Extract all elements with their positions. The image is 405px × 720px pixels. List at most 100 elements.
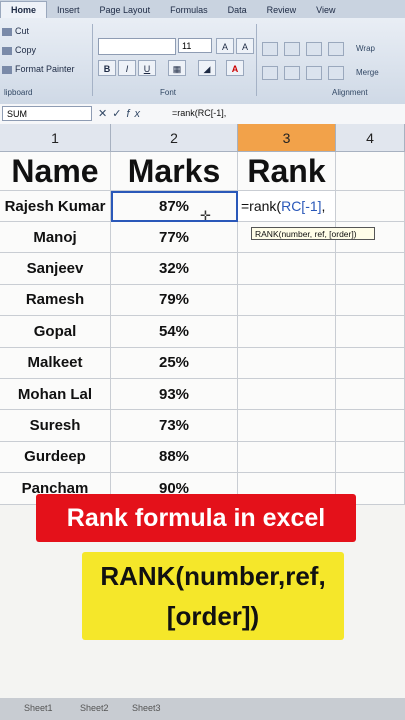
- selected-range-outline: [111, 191, 238, 222]
- syntax-line-2: [order]): [166, 601, 260, 631]
- empty-cell[interactable]: [336, 379, 405, 411]
- align-bottom-icon[interactable]: [306, 42, 322, 56]
- empty-cell[interactable]: [336, 410, 405, 442]
- scissors-icon: [2, 27, 12, 36]
- rank-cell[interactable]: [238, 410, 336, 442]
- sheet-tab-bar: Sheet1 Sheet2 Sheet3: [0, 698, 405, 720]
- editing-cell[interactable]: =rank(RC[-1],: [238, 191, 336, 222]
- wrap-text-button[interactable]: Wrap: [356, 44, 375, 53]
- function-icon[interactable]: fx: [126, 108, 145, 120]
- format-painter-button[interactable]: Format Painter: [2, 60, 88, 79]
- marks-cell[interactable]: 77%: [111, 222, 238, 254]
- header-cell-marks[interactable]: Marks: [111, 152, 238, 191]
- font-name-dropdown[interactable]: [98, 38, 176, 55]
- rank-cell[interactable]: [238, 441, 336, 474]
- column-header-3[interactable]: 3: [238, 124, 336, 152]
- enter-icon[interactable]: ✓: [112, 108, 126, 120]
- header-cell-name[interactable]: Name: [0, 152, 111, 191]
- formula-text: =rank(: [241, 198, 282, 214]
- font-size-dropdown[interactable]: 11: [178, 38, 212, 53]
- rank-cell[interactable]: [238, 253, 336, 285]
- name-cell[interactable]: Mohan Lal: [0, 379, 111, 411]
- name-cell[interactable]: Manoj: [0, 222, 111, 254]
- name-cell[interactable]: Rajesh Kumar: [0, 191, 111, 222]
- rank-cell[interactable]: [238, 379, 336, 411]
- cut-button[interactable]: Cut: [2, 22, 88, 41]
- merge-center-button[interactable]: Merge: [356, 68, 379, 77]
- empty-cell[interactable]: [336, 347, 405, 379]
- name-box[interactable]: SUM: [2, 106, 92, 121]
- tab-insert[interactable]: Insert: [47, 2, 90, 18]
- empty-cell[interactable]: [336, 152, 405, 191]
- name-cell[interactable]: Malkeet: [0, 347, 111, 379]
- cancel-icon[interactable]: ✕: [98, 108, 112, 120]
- align-middle-icon[interactable]: [284, 42, 300, 56]
- clipboard-group-label: lipboard: [4, 88, 33, 97]
- grow-font-button[interactable]: A: [216, 38, 234, 54]
- bold-button[interactable]: B: [98, 60, 116, 76]
- tab-page-layout[interactable]: Page Layout: [90, 2, 161, 18]
- column-header-1[interactable]: 1: [0, 124, 111, 152]
- ribbon-tab-bar: Home Insert Page Layout Formulas Data Re…: [0, 0, 405, 18]
- italic-button[interactable]: I: [118, 60, 136, 76]
- ribbon: Cut Copy Format Painter lipboard 11 A A …: [0, 18, 405, 105]
- alignment-group-label: Alignment: [332, 88, 368, 97]
- borders-icon[interactable]: ▦: [168, 60, 186, 76]
- marks-cell[interactable]: 93%: [111, 379, 238, 411]
- marks-cell[interactable]: 25%: [111, 347, 238, 379]
- sheet-tab-2[interactable]: Sheet2: [80, 703, 109, 713]
- empty-cell[interactable]: [336, 316, 405, 348]
- empty-cell[interactable]: [336, 253, 405, 285]
- font-color-icon[interactable]: A: [226, 60, 244, 76]
- marks-cell[interactable]: 79%: [111, 284, 238, 317]
- name-cell[interactable]: Suresh: [0, 410, 111, 442]
- tab-home[interactable]: Home: [0, 1, 48, 18]
- title-banner: Rank formula in excel: [36, 494, 356, 542]
- name-cell[interactable]: Gurdeep: [0, 441, 111, 474]
- tab-data[interactable]: Data: [218, 2, 257, 18]
- rank-cell[interactable]: [238, 316, 336, 348]
- fill-color-icon[interactable]: ◢: [198, 60, 216, 76]
- cell-cursor-icon: ✛: [200, 208, 211, 223]
- rank-cell[interactable]: [238, 284, 336, 317]
- align-top-icon[interactable]: [262, 42, 278, 56]
- sheet-tab-1[interactable]: Sheet1: [24, 703, 53, 713]
- marks-cell[interactable]: 73%: [111, 410, 238, 442]
- column-header-2[interactable]: 2: [111, 124, 238, 152]
- empty-cell[interactable]: [336, 284, 405, 317]
- marks-cell[interactable]: 88%: [111, 441, 238, 474]
- orientation-icon[interactable]: [328, 42, 344, 56]
- marks-cell[interactable]: 32%: [111, 253, 238, 285]
- empty-cell[interactable]: [336, 191, 405, 222]
- formula-input[interactable]: =rank(RC[-1],: [172, 108, 226, 118]
- syntax-banner: RANK(number,ref, [order]): [82, 552, 344, 640]
- brush-icon: [2, 65, 12, 74]
- underline-button[interactable]: U: [138, 60, 156, 76]
- cut-label: Cut: [15, 26, 30, 36]
- align-left-icon[interactable]: [262, 66, 278, 80]
- clipboard-group: Cut Copy Format Painter: [2, 22, 88, 79]
- tab-view[interactable]: View: [306, 2, 345, 18]
- group-divider: [256, 24, 257, 96]
- group-divider: [92, 24, 93, 96]
- indent-icon[interactable]: [328, 66, 344, 80]
- column-header-4[interactable]: 4: [336, 124, 405, 152]
- align-center-icon[interactable]: [284, 66, 300, 80]
- name-cell[interactable]: Ramesh: [0, 284, 111, 317]
- formula-comma: ,: [321, 198, 326, 214]
- name-cell[interactable]: Gopal: [0, 316, 111, 348]
- sheet-tab-3[interactable]: Sheet3: [132, 703, 161, 713]
- copy-button[interactable]: Copy: [2, 41, 88, 60]
- format-painter-label: Format Painter: [15, 64, 75, 74]
- tab-formulas[interactable]: Formulas: [160, 2, 218, 18]
- formula-bar-icons: ✕✓fx: [98, 107, 145, 120]
- header-cell-rank[interactable]: Rank: [238, 152, 336, 191]
- shrink-font-button[interactable]: A: [236, 38, 254, 54]
- empty-cell[interactable]: [336, 441, 405, 474]
- tab-review[interactable]: Review: [257, 2, 307, 18]
- rank-cell[interactable]: [238, 347, 336, 379]
- name-cell[interactable]: Sanjeev: [0, 253, 111, 285]
- align-right-icon[interactable]: [306, 66, 322, 80]
- marks-cell[interactable]: 54%: [111, 316, 238, 348]
- function-tooltip: RANK(number, ref, [order]): [251, 227, 375, 240]
